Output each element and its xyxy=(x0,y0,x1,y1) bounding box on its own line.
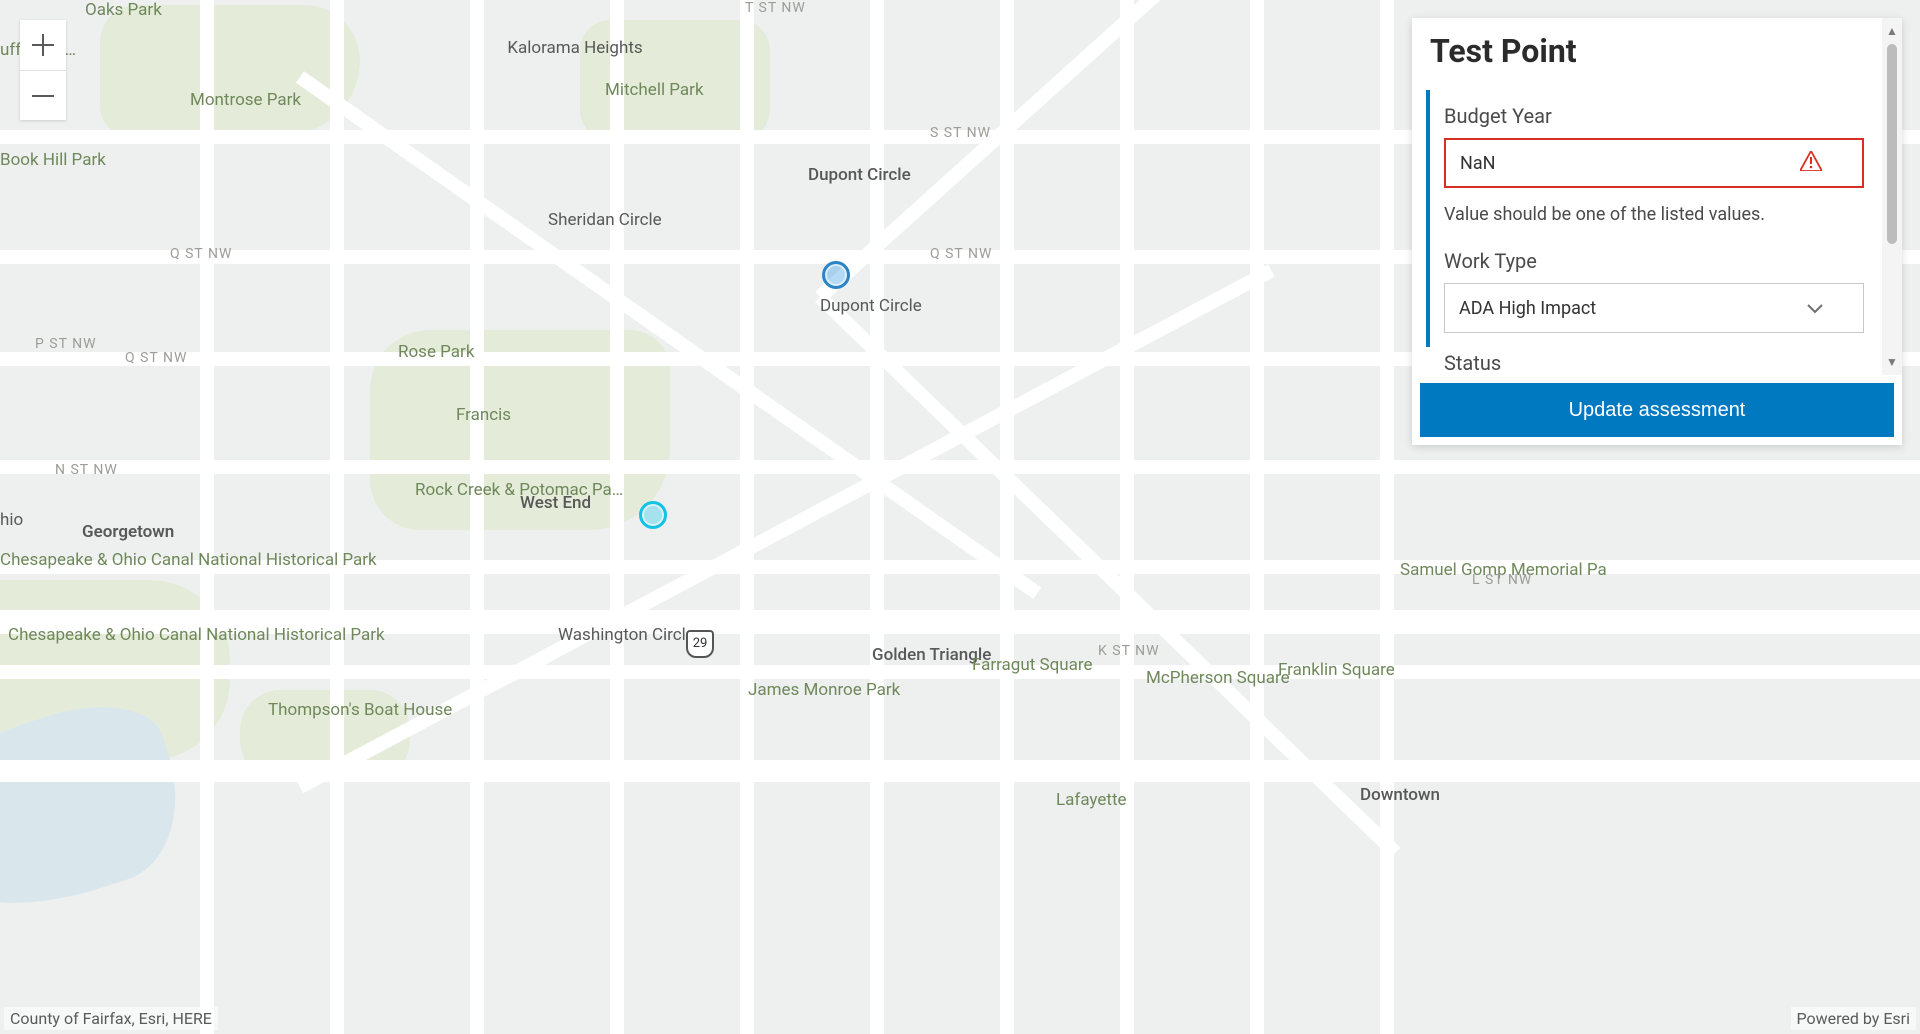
map-label: Mitchell Park xyxy=(605,80,704,100)
scroll-down-icon: ▼ xyxy=(1886,355,1898,369)
work-type-select[interactable]: ADA High Impact xyxy=(1444,283,1864,333)
road-label: N ST NW xyxy=(55,462,118,478)
update-assessment-button[interactable]: Update assessment xyxy=(1420,383,1894,437)
road-label: Q ST NW xyxy=(125,350,187,366)
panel-title: Test Point xyxy=(1430,32,1864,70)
zoom-control xyxy=(20,20,66,120)
route-shield-29: 29 xyxy=(686,630,714,658)
minus-icon xyxy=(32,85,54,107)
map-label: Rose Park xyxy=(398,342,474,362)
map-label: Thompson's Boat House xyxy=(268,700,388,720)
scroll-up-icon: ▲ xyxy=(1886,24,1898,38)
feature-form-panel: Test Point Budget Year NaN Value should … xyxy=(1412,18,1902,445)
zoom-in-button[interactable] xyxy=(20,20,66,70)
road-label: S ST NW xyxy=(930,125,991,141)
road-label: P ST NW xyxy=(35,336,97,352)
map-label: Montrose Park xyxy=(190,90,301,110)
map-label: Golden Triangle xyxy=(872,645,962,665)
field-label: Status xyxy=(1430,351,1864,375)
field-label: Budget Year xyxy=(1444,104,1864,128)
map-label: Georgetown xyxy=(82,522,174,542)
map-label: West End xyxy=(520,493,591,513)
map-label: Dupont Circle xyxy=(808,165,911,185)
map-label: Oaks Park xyxy=(85,0,162,20)
select-value: ADA High Impact xyxy=(1459,298,1596,319)
map-label: Washington Circle xyxy=(558,625,678,645)
attribution-right[interactable]: Powered by Esri xyxy=(1791,1007,1916,1030)
map-marker[interactable] xyxy=(822,261,850,289)
map-label: James Monroe Park xyxy=(748,680,838,700)
map-label: McPherson Square xyxy=(1146,668,1266,688)
road-label: Q ST NW xyxy=(170,246,232,262)
error-message: Value should be one of the listed values… xyxy=(1444,204,1864,225)
road-label: Q ST NW xyxy=(930,246,992,262)
select-value: NaN xyxy=(1460,153,1495,174)
map-label: Sheridan Circle xyxy=(548,210,638,230)
chevron-down-icon xyxy=(1807,298,1823,319)
road-label: K ST NW xyxy=(1098,643,1160,659)
map-label: Francis xyxy=(456,405,511,425)
road-label: T ST NW xyxy=(745,0,806,16)
map-label: Downtown xyxy=(1360,785,1440,805)
attribution-left: County of Fairfax, Esri, HERE xyxy=(4,1007,218,1030)
warning-icon xyxy=(1800,151,1822,176)
plus-icon xyxy=(32,34,54,56)
map-label: Franklin Square xyxy=(1278,660,1368,680)
budget-year-select[interactable]: NaN xyxy=(1444,138,1864,188)
map-label: Chesapeake & Ohio Canal National Histori… xyxy=(8,625,188,645)
map-label: Dupont Circle xyxy=(820,296,900,316)
map-label: Chesapeake & Ohio Canal National Histori… xyxy=(0,550,220,570)
panel-scrollbar[interactable]: ▲ ▼ xyxy=(1882,18,1902,375)
map-label: Farragut Square xyxy=(972,655,1062,675)
scroll-thumb[interactable] xyxy=(1887,44,1897,244)
zoom-out-button[interactable] xyxy=(20,70,66,120)
map-label: Book Hill Park xyxy=(0,150,70,170)
map-label: Lafayette xyxy=(1056,790,1127,810)
map-label: Kalorama Heights xyxy=(505,38,645,58)
map-viewport[interactable]: Kalorama Heights Mitchell Park Montrose … xyxy=(0,0,1920,1034)
field-group-budget-year: Budget Year NaN Value should be one of t… xyxy=(1426,90,1864,347)
field-label: Work Type xyxy=(1444,249,1864,273)
map-label: hio xyxy=(0,510,23,530)
road-label: L ST NW xyxy=(1472,572,1532,588)
map-marker-selected[interactable] xyxy=(639,501,667,529)
